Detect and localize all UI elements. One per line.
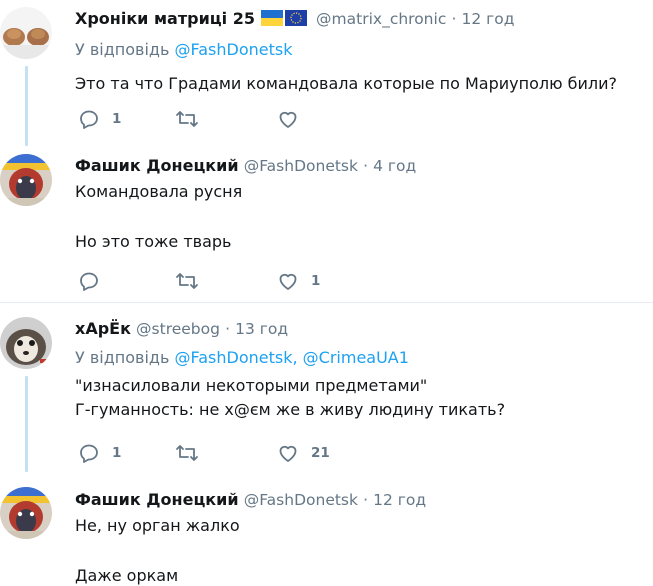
reply-button[interactable]: 1 <box>78 442 121 464</box>
retweet-button[interactable] <box>175 108 211 130</box>
display-name[interactable]: Фашик Донецкий <box>75 490 239 509</box>
reply-count: 1 <box>112 111 122 127</box>
reply-to-link[interactable]: @FashDonetsk <box>174 348 292 367</box>
like-icon <box>277 270 299 292</box>
retweet-icon <box>175 108 199 130</box>
tweet-header: хАрЁк @streebog · 13 год <box>75 319 288 339</box>
tweet-text-line <box>75 536 240 556</box>
retweet-icon <box>175 270 199 292</box>
thread-line <box>25 66 28 146</box>
reply-button[interactable]: 1 <box>78 108 121 130</box>
user-handle[interactable]: @FashDonetsk <box>244 157 358 175</box>
reply-count: 1 <box>112 445 122 461</box>
tweet-text-line: "изнасиловали некоторыми предметами" <box>75 376 428 395</box>
reply-context: У відповідь @FashDonetsk, @CrimeaUA1 <box>75 348 409 368</box>
tweet[interactable]: Фашик Донецкий @FashDonetsk · 4 год Кома… <box>0 150 653 302</box>
reply-icon <box>78 442 100 464</box>
reply-prefix: У відповідь <box>75 40 170 59</box>
retweet-icon <box>175 442 199 464</box>
reply-to-link[interactable]: @FashDonetsk <box>174 40 292 59</box>
timestamp[interactable]: 4 год <box>373 157 416 175</box>
tweet-text: "изнасиловали некоторыми предметами" Г-г… <box>75 376 505 420</box>
user-handle[interactable]: @FashDonetsk <box>244 491 358 509</box>
reply-to-link[interactable]: @CrimeaUA1 <box>303 348 409 367</box>
like-button[interactable]: 21 <box>277 442 330 464</box>
tweet-text: Командовала русня Но это тоже тварь <box>75 182 242 252</box>
display-name[interactable]: Хроніки матриці 25 <box>75 9 255 28</box>
tweet-text-line: Не, ну орган жалко <box>75 516 240 535</box>
separator-dot: · <box>363 491 369 509</box>
tweet-text-line: Но это тоже тварь <box>75 232 232 251</box>
timestamp[interactable]: 13 год <box>235 320 288 338</box>
separator-dot: · <box>363 157 369 175</box>
divider <box>0 302 653 303</box>
eu-flag-icon <box>284 10 307 31</box>
reply-prefix: У відповідь <box>75 348 170 367</box>
avatar[interactable] <box>0 317 52 369</box>
like-button[interactable]: 1 <box>277 270 320 292</box>
timestamp[interactable]: 12 год <box>373 491 426 509</box>
avatar[interactable] <box>0 7 52 59</box>
tweet[interactable]: Фашик Донецкий @FashDonetsk · 12 год Не,… <box>0 480 653 585</box>
like-icon <box>277 108 299 130</box>
avatar[interactable] <box>0 154 52 206</box>
tweet-text-line <box>75 202 242 222</box>
tweet-text: Не, ну орган жалко Даже оркам <box>75 516 240 586</box>
reply-icon <box>78 270 100 292</box>
display-name[interactable]: хАрЁк <box>75 319 131 338</box>
tweet[interactable]: Хроніки матриці 25 @matrix_chronic · 12 … <box>0 0 653 160</box>
like-button[interactable] <box>277 108 311 130</box>
tweet-text: Это та что Градами командовала которые п… <box>75 74 617 94</box>
separator-dot: · <box>451 10 457 28</box>
tweet-text-line: Даже оркам <box>75 566 179 585</box>
like-count: 21 <box>311 445 330 461</box>
avatar[interactable] <box>0 487 52 539</box>
tweet-header: Фашик Донецкий @FashDonetsk · 12 год <box>75 490 426 510</box>
tweet-text-line: Командовала русня <box>75 182 243 201</box>
tweet-header: Хроніки матриці 25 @matrix_chronic · 12 … <box>75 9 514 31</box>
tweet-text-line: Это та что Градами командовала которые п… <box>75 74 618 93</box>
like-count: 1 <box>311 273 321 289</box>
like-icon <box>277 442 299 464</box>
reply-button[interactable] <box>78 270 112 292</box>
user-handle[interactable]: @matrix_chronic <box>316 10 446 28</box>
separator-dot: · <box>225 320 230 338</box>
ukraine-flag-icon <box>260 10 283 31</box>
retweet-button[interactable] <box>175 270 211 292</box>
tweet-text-line: Г-гуманность: не х@єм же в живу людину т… <box>75 400 506 419</box>
user-handle[interactable]: @streebog <box>136 320 220 338</box>
reply-icon <box>78 108 100 130</box>
timestamp[interactable]: 12 год <box>461 10 514 28</box>
thread-line <box>25 376 28 472</box>
tweet[interactable]: хАрЁк @streebog · 13 год У відповідь @Fa… <box>0 310 653 480</box>
display-name[interactable]: Фашик Донецкий <box>75 156 239 175</box>
reply-separator: , <box>292 348 298 367</box>
reply-context: У відповідь @FashDonetsk <box>75 40 292 60</box>
retweet-button[interactable] <box>175 442 211 464</box>
tweet-header: Фашик Донецкий @FashDonetsk · 4 год <box>75 156 416 176</box>
